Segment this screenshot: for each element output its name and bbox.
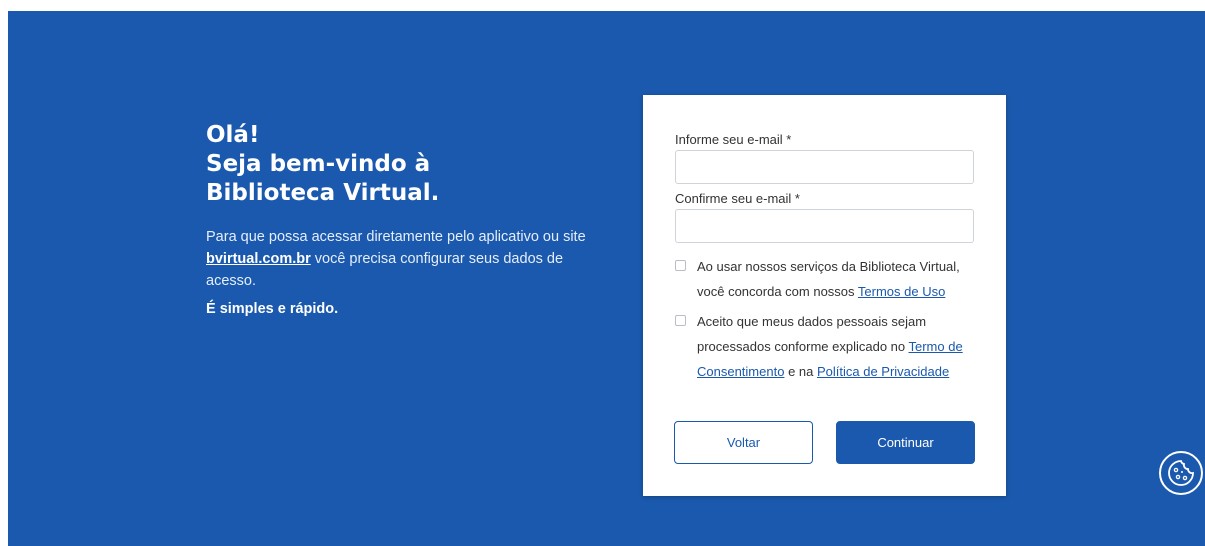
cookie-icon	[1168, 460, 1194, 486]
confirm-email-label: Confirme seu e-mail *	[675, 191, 800, 206]
email-input[interactable]	[675, 150, 974, 184]
welcome-heading: Olá! Seja bem-vindo à Biblioteca Virtual…	[206, 121, 586, 208]
terms-checkbox[interactable]	[675, 260, 686, 271]
consent-text-body: Aceito que meus dados pessoais sejam pro…	[697, 314, 927, 354]
consent-text-mid: e na	[784, 364, 817, 379]
privacy-policy-link[interactable]: Política de Privacidade	[817, 364, 949, 379]
email-setup-card: Informe seu e-mail * Confirme seu e-mail…	[643, 95, 1006, 496]
terms-of-use-link[interactable]: Termos de Uso	[858, 284, 945, 299]
consent-checkbox[interactable]	[675, 315, 686, 326]
heading-line-3: Biblioteca Virtual.	[206, 180, 440, 206]
welcome-section: Olá! Seja bem-vindo à Biblioteca Virtual…	[206, 121, 586, 317]
bvirtual-link[interactable]: bvirtual.com.br	[206, 251, 311, 267]
cookie-settings-button[interactable]	[1159, 451, 1203, 495]
terms-text: Ao usar nossos serviços da Biblioteca Vi…	[697, 254, 982, 304]
welcome-tagline: É simples e rápido.	[206, 301, 339, 317]
consent-text: Aceito que meus dados pessoais sejam pro…	[697, 309, 982, 384]
page-background	[8, 11, 1205, 546]
desc-text-start: Para que possa acessar diretamente pelo …	[206, 229, 586, 245]
confirm-email-input[interactable]	[675, 209, 974, 243]
heading-line-2: Seja bem-vindo à	[206, 151, 431, 177]
heading-line-1: Olá!	[206, 122, 260, 148]
email-label: Informe seu e-mail *	[675, 132, 792, 147]
continue-button[interactable]: Continuar	[836, 421, 975, 464]
back-button[interactable]: Voltar	[674, 421, 813, 464]
welcome-description: Para que possa acessar diretamente pelo …	[206, 226, 586, 292]
